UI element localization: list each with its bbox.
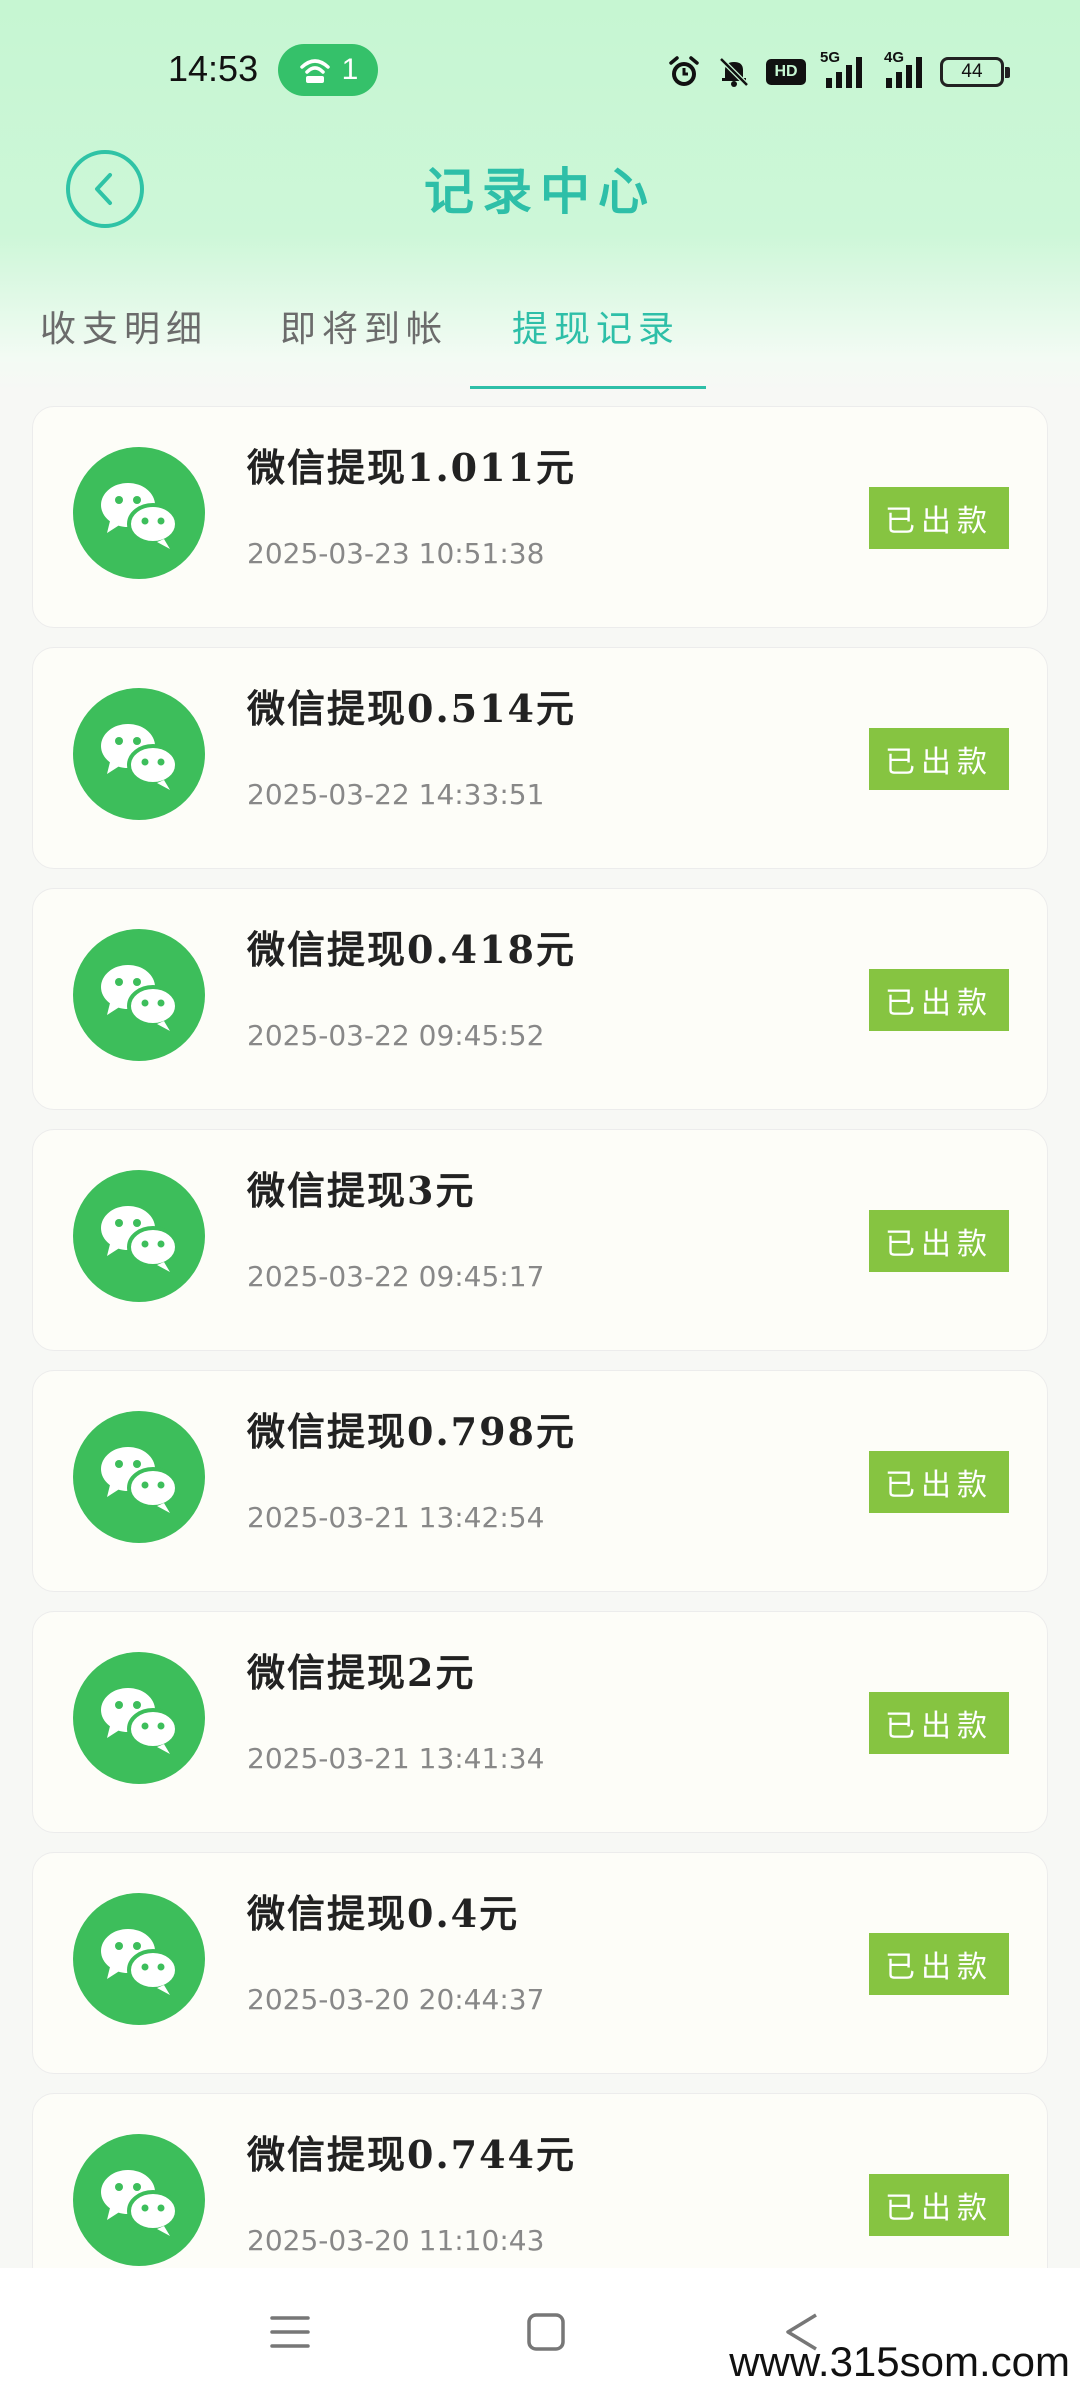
record-time: 2025-03-22 09:45:52 — [247, 1019, 545, 1052]
wechat-icon — [73, 1411, 205, 1543]
list-item[interactable]: 微信提现1.011元 2025-03-23 10:51:38 已出款 — [32, 406, 1048, 628]
status-badge: 已出款 — [869, 728, 1009, 790]
status-badge: 已出款 — [869, 1451, 1009, 1513]
hd-indicator: HD — [766, 59, 806, 85]
record-title: 微信提现0.418元 — [247, 927, 576, 972]
wechat-bubbles — [101, 1688, 179, 1754]
watermark: www.315som.com — [729, 2338, 1070, 2385]
wechat-bubbles — [101, 1929, 179, 1995]
tab-incoming[interactable]: 即将到帐 — [280, 300, 448, 352]
status-badge: 已出款 — [869, 1210, 1009, 1272]
wechat-bubbles — [101, 965, 179, 1031]
hotspot-count: 1 — [341, 53, 359, 86]
record-time: 2025-03-22 09:45:17 — [247, 1260, 545, 1293]
alarm-icon — [669, 56, 699, 86]
wechat-bubbles — [101, 2170, 179, 2236]
hotspot-icon — [299, 59, 330, 83]
record-title: 微信提现0.4元 — [247, 1891, 520, 1936]
record-time: 2025-03-23 10:51:38 — [247, 537, 545, 570]
record-time: 2025-03-21 13:42:54 — [247, 1501, 545, 1534]
status-badge: 已出款 — [869, 487, 1009, 549]
wechat-icon — [73, 1170, 205, 1302]
hotspot-indicator: 1 — [278, 44, 378, 96]
status-badge: 已出款 — [869, 969, 1009, 1031]
list-item[interactable]: 微信提现0.798元 2025-03-21 13:42:54 已出款 — [32, 1370, 1048, 1592]
record-title: 微信提现0.798元 — [247, 1409, 576, 1454]
active-tab-indicator — [470, 386, 706, 389]
signal-5g: 5G — [820, 50, 866, 90]
wechat-icon — [73, 1652, 205, 1784]
status-badge: 已出款 — [869, 1692, 1009, 1754]
battery-level: 44 — [961, 61, 983, 82]
page-title: 记录中心 — [424, 162, 656, 221]
list-item[interactable]: 微信提现0.418元 2025-03-22 09:45:52 已出款 — [32, 888, 1048, 1110]
tab-bar: 收支明细 即将到帐 提现记录 — [0, 290, 1080, 390]
signal-4g: 4G — [880, 50, 926, 90]
record-time: 2025-03-20 20:44:37 — [247, 1983, 545, 2016]
list-item[interactable]: 微信提现0.4元 2025-03-20 20:44:37 已出款 — [32, 1852, 1048, 2074]
status-time: 14:53 — [168, 48, 259, 89]
list-item[interactable]: 微信提现3元 2025-03-22 09:45:17 已出款 — [32, 1129, 1048, 1351]
record-title: 微信提现0.514元 — [247, 686, 576, 731]
record-title: 微信提现3元 — [247, 1168, 476, 1213]
wechat-bubbles — [101, 483, 179, 549]
status-badge: 已出款 — [869, 1933, 1009, 1995]
record-time: 2025-03-20 11:10:43 — [247, 2224, 545, 2257]
wechat-icon — [73, 447, 205, 579]
home-square-icon[interactable] — [524, 2310, 568, 2354]
record-title: 微信提现0.744元 — [247, 2132, 576, 2177]
record-title: 微信提现1.011元 — [247, 445, 576, 490]
wechat-icon — [73, 688, 205, 820]
wechat-bubbles — [101, 1206, 179, 1272]
wechat-icon — [73, 2134, 205, 2266]
wechat-icon — [73, 1893, 205, 2025]
status-bar: 14:53 1 HD 5G 4G 44 — [0, 0, 1080, 140]
record-time: 2025-03-21 13:41:34 — [247, 1742, 545, 1775]
wechat-bubbles — [101, 1447, 179, 1513]
record-time: 2025-03-22 14:33:51 — [247, 778, 545, 811]
wechat-bubbles — [101, 724, 179, 790]
status-badge: 已出款 — [869, 2174, 1009, 2236]
tab-withdraw-records[interactable]: 提现记录 — [512, 300, 680, 352]
menu-icon[interactable] — [268, 2310, 312, 2354]
tab-income-expense[interactable]: 收支明细 — [40, 300, 208, 352]
list-item[interactable]: 微信提现0.514元 2025-03-22 14:33:51 已出款 — [32, 647, 1048, 869]
withdraw-record-list: 微信提现1.011元 2025-03-23 10:51:38 已出款 微信提现0… — [32, 406, 1048, 2334]
record-title: 微信提现2元 — [247, 1650, 476, 1695]
status-icons: HD 5G 4G 44 — [666, 50, 1010, 92]
list-item[interactable]: 微信提现2元 2025-03-21 13:41:34 已出款 — [32, 1611, 1048, 1833]
battery-icon: 44 — [940, 57, 1010, 87]
mute-bell-icon — [719, 57, 749, 87]
wechat-icon — [73, 929, 205, 1061]
